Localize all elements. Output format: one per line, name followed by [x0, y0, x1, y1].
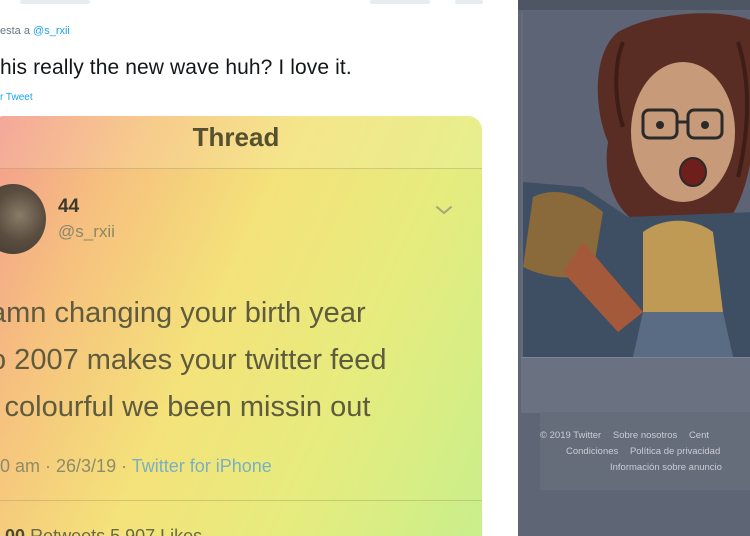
avatar	[0, 184, 46, 254]
thread-header: Thread	[0, 116, 482, 169]
author-name: 44	[58, 196, 80, 217]
footer-row-1: © 2019 Twitter Sobre nosotros Cent	[540, 428, 750, 444]
author-handle: @s_rxii	[58, 222, 115, 241]
footer-link[interactable]: © 2019 Twitter	[540, 430, 601, 441]
reply-prefix: esta a	[0, 25, 34, 37]
divider	[0, 500, 482, 501]
body-line-1: amn changing your birth year	[0, 297, 366, 329]
tweet-text: his really the new wave huh? I love it.	[0, 56, 352, 79]
top-edge	[0, 0, 518, 8]
meta-source: Twitter for iPhone	[131, 456, 272, 476]
meta-time: 10 am · 26/3/19 ·	[0, 456, 132, 476]
footer-link[interactable]: Cent	[689, 430, 709, 441]
tweet-column: esta a @s_rxii his really the new wave h…	[0, 0, 518, 536]
footer-row-2: Condiciones Política de privacidad	[540, 444, 750, 460]
footer-links: © 2019 Twitter Sobre nosotros Cent Condi…	[540, 428, 750, 476]
footer-link[interactable]: Información sobre anuncio	[610, 462, 722, 473]
cartoon-image	[523, 12, 750, 357]
embedded-tweet-body: amn changing your birth year o 2007 make…	[0, 290, 470, 431]
tweet-media-image[interactable]: Thread 44 @s_rxii amn changing your birt…	[0, 116, 482, 536]
side-panel: © 2019 Twitter Sobre nosotros Cent Condi…	[518, 0, 750, 536]
media-card[interactable]	[521, 12, 750, 413]
stats-prefix: 3.00	[0, 526, 26, 536]
body-line-2: o 2007 makes your twitter feed	[0, 344, 387, 376]
side-top-bar	[518, 0, 750, 10]
chevron-down-icon	[436, 206, 452, 214]
reply-mention-link[interactable]: @s_rxii	[33, 25, 70, 37]
reply-context: esta a @s_rxii	[0, 25, 70, 37]
translate-tweet-link[interactable]: r Tweet	[0, 92, 33, 103]
footer-link[interactable]: Condiciones	[566, 446, 618, 457]
thread-title: Thread	[192, 122, 280, 152]
stats-text: Retweets 5,907 Likes	[30, 526, 203, 536]
body-line-3: l colourful we been missin out	[0, 391, 371, 423]
media-card-row	[521, 357, 750, 413]
embedded-tweet-meta: 10 am · 26/3/19 · Twitter for iPhone	[0, 456, 272, 477]
footer-row-3: Información sobre anuncio	[540, 460, 750, 476]
embedded-tweet-stats: 3.00 Retweets 5,907 Likes	[0, 526, 202, 536]
footer-link[interactable]: Sobre nosotros	[613, 430, 677, 441]
footer-link[interactable]: Política de privacidad	[630, 446, 720, 457]
